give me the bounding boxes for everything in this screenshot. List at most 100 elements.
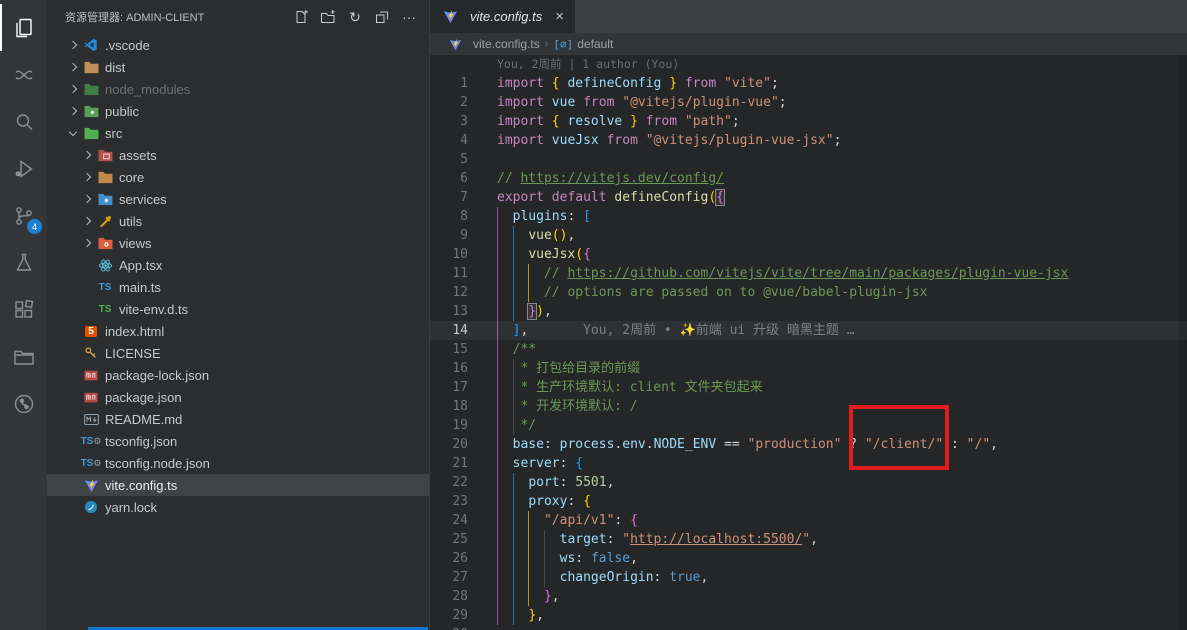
breadcrumb: vite.config.ts › [∅] default	[430, 33, 1187, 55]
twistie-chevron-icon[interactable]	[65, 64, 82, 70]
twistie-chevron-icon[interactable]	[65, 86, 82, 92]
tree-item-core[interactable]: core	[47, 166, 429, 188]
twistie-chevron-icon[interactable]	[79, 218, 96, 224]
more-actions-icon[interactable]: ···	[399, 7, 419, 27]
code-line-16[interactable]: 16 * 打包给目录的前缀	[430, 359, 1187, 378]
explorer-sidebar: 资源管理器: ADMIN-CLIENT ↻ ··· .vscodedistnod…	[47, 0, 430, 630]
line-content: import { defineConfig } from "vite";	[497, 74, 779, 93]
code-line-22[interactable]: 22 port: 5501,	[430, 473, 1187, 492]
tree-item-utils[interactable]: utils	[47, 210, 429, 232]
code-line-29[interactable]: 29 },	[430, 606, 1187, 625]
project-folder-icon[interactable]	[0, 333, 47, 380]
line-content: vue(),	[497, 226, 575, 245]
code-line-28[interactable]: 28 },	[430, 587, 1187, 606]
code-line-2[interactable]: 2import vue from "@vitejs/plugin-vue";	[430, 93, 1187, 112]
line-number: 8	[430, 207, 468, 226]
tree-item-tsconfig.node.json[interactable]: TS⚙tsconfig.node.json	[47, 452, 429, 474]
code-line-3[interactable]: 3import { resolve } from "path";	[430, 112, 1187, 131]
line-content: server: {	[497, 454, 583, 473]
tree-item-LICENSE[interactable]: LICENSE	[47, 342, 429, 364]
explorer-actions: ↻ ···	[291, 7, 419, 27]
tab-close-icon[interactable]: ×	[555, 9, 564, 24]
twistie-chevron-icon[interactable]	[65, 132, 82, 135]
breadcrumb-file[interactable]: vite.config.ts	[446, 36, 540, 52]
code-line-27[interactable]: 27 changeOrigin: true,	[430, 568, 1187, 587]
code-line-13[interactable]: 13 }),	[430, 302, 1187, 321]
code-line-20[interactable]: 20 base: process.env.NODE_ENV == "produc…	[430, 435, 1187, 454]
code-line-15[interactable]: 15 /**	[430, 340, 1187, 359]
line-number: 13	[430, 302, 468, 321]
tree-item-views[interactable]: views	[47, 232, 429, 254]
code-line-9[interactable]: 9 vue(),	[430, 226, 1187, 245]
code-line-24[interactable]: 24 "/api/v1": {	[430, 511, 1187, 530]
breadcrumb-symbol[interactable]: [∅] default	[553, 37, 613, 51]
code-line-7[interactable]: 7export default defineConfig({	[430, 188, 1187, 207]
code-editor[interactable]: You, 2周前 | 1 author (You) 1import { defi…	[430, 55, 1187, 630]
tree-item-main.ts[interactable]: TSmain.ts	[47, 276, 429, 298]
new-file-icon[interactable]	[291, 7, 311, 27]
tree-item-package.json[interactable]: package.json	[47, 386, 429, 408]
tree-item-assets[interactable]: assets	[47, 144, 429, 166]
code-line-18[interactable]: 18 * 开发环境默认: /	[430, 397, 1187, 416]
twistie-chevron-icon[interactable]	[79, 240, 96, 246]
run-debug-icon[interactable]	[0, 145, 47, 192]
tab-bar: vite.config.ts ×	[430, 0, 1187, 33]
tree-item-vite.config.ts[interactable]: vite.config.ts	[47, 474, 429, 496]
code-line-12[interactable]: 12 // options are passed on to @vue/babe…	[430, 283, 1187, 302]
explorer-icon[interactable]	[0, 4, 47, 51]
tree-item-public[interactable]: public	[47, 100, 429, 122]
tree-item-dist[interactable]: dist	[47, 56, 429, 78]
tree-item-services[interactable]: services	[47, 188, 429, 210]
line-number: 16	[430, 359, 468, 378]
code-line-1[interactable]: 1import { defineConfig } from "vite";	[430, 74, 1187, 93]
tree-item-README.md[interactable]: README.md	[47, 408, 429, 430]
line-number: 19	[430, 416, 468, 435]
tree-item-src[interactable]: src	[47, 122, 429, 144]
source-control-icon[interactable]: 4	[0, 192, 47, 239]
code-line-11[interactable]: 11 // https://github.com/vitejs/vite/tre…	[430, 264, 1187, 283]
tree-item-tsconfig.json[interactable]: TS⚙tsconfig.json	[47, 430, 429, 452]
tree-item-index.html[interactable]: 5index.html	[47, 320, 429, 342]
line-number: 21	[430, 454, 468, 473]
scrollbar-gutter[interactable]	[1179, 55, 1187, 630]
tree-item-.vscode[interactable]: .vscode	[47, 34, 429, 56]
code-line-23[interactable]: 23 proxy: {	[430, 492, 1187, 511]
tab-vite-config[interactable]: vite.config.ts ×	[430, 0, 575, 33]
code-line-17[interactable]: 17 * 生产环境默认: client 文件夹包起来	[430, 378, 1187, 397]
twistie-chevron-icon[interactable]	[65, 42, 82, 48]
tree-item-yarn.lock[interactable]: yarn.lock	[47, 496, 429, 518]
tree-item-label: assets	[119, 148, 157, 163]
search-icon[interactable]	[0, 98, 47, 145]
code-line-19[interactable]: 19 */	[430, 416, 1187, 435]
code-line-21[interactable]: 21 server: {	[430, 454, 1187, 473]
twistie-chevron-icon[interactable]	[79, 196, 96, 202]
git-graph-icon[interactable]	[0, 380, 47, 427]
tree-item-vite-env.d.ts[interactable]: TSvite-env.d.ts	[47, 298, 429, 320]
line-number: 20	[430, 435, 468, 454]
twistie-chevron-icon[interactable]	[79, 174, 96, 180]
code-line-8[interactable]: 8 plugins: [	[430, 207, 1187, 226]
twistie-chevron-icon[interactable]	[65, 108, 82, 114]
code-line-25[interactable]: 25 target: "http://localhost:5500/",	[430, 530, 1187, 549]
code-line-14[interactable]: 14 ], You, 2周前 • ✨前端 ui 升级 暗黑主题 …	[430, 321, 1187, 340]
extensions-icon[interactable]	[0, 286, 47, 333]
tree-item-label: src	[105, 126, 122, 141]
tree-item-node-modules[interactable]: node_modules	[47, 78, 429, 100]
vs-project-icon[interactable]	[0, 51, 47, 98]
code-line-4[interactable]: 4import vueJsx from "@vitejs/plugin-vue-…	[430, 131, 1187, 150]
twistie-chevron-icon[interactable]	[79, 152, 96, 158]
line-number: 27	[430, 568, 468, 587]
code-line-5[interactable]: 5	[430, 150, 1187, 169]
collapse-folders-icon[interactable]	[372, 7, 392, 27]
testing-icon[interactable]	[0, 239, 47, 286]
code-line-10[interactable]: 10 vueJsx({	[430, 245, 1187, 264]
refresh-icon[interactable]: ↻	[345, 7, 365, 27]
line-content: import vueJsx from "@vitejs/plugin-vue-j…	[497, 131, 841, 150]
code-line-30[interactable]: 30	[430, 625, 1187, 630]
npm-icon	[82, 389, 100, 405]
new-folder-icon[interactable]	[318, 7, 338, 27]
code-line-26[interactable]: 26 ws: false,	[430, 549, 1187, 568]
tree-item-package-lock.json[interactable]: package-lock.json	[47, 364, 429, 386]
code-line-6[interactable]: 6// https://vitejs.dev/config/	[430, 169, 1187, 188]
tree-item-App.tsx[interactable]: App.tsx	[47, 254, 429, 276]
